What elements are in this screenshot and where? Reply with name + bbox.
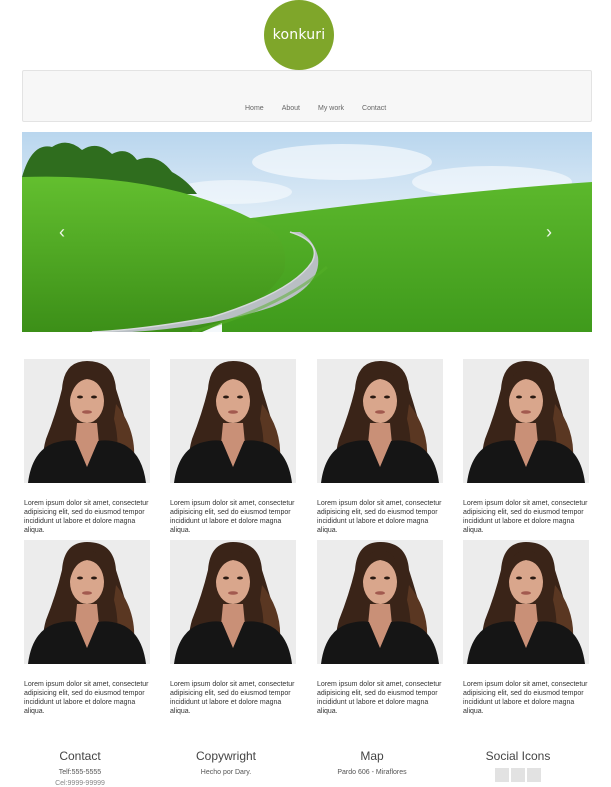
footer-social: Social Icons [453, 748, 583, 782]
chevron-left-icon: ‹ [59, 222, 65, 242]
nav-item-contact[interactable]: Contact [362, 105, 386, 113]
site-logo[interactable]: konkuri [264, 0, 334, 70]
footer-contact-heading: Contact [59, 749, 101, 763]
card-description: Lorem ipsum dolor sit amet, consectetur … [24, 500, 149, 534]
card-description: Lorem ipsum dolor sit amet, consectetur … [463, 500, 588, 534]
portrait-image[interactable] [317, 540, 443, 664]
gallery-card: Lorem ipsum dolor sit amet, consectetur … [317, 540, 444, 716]
card-description: Lorem ipsum dolor sit amet, consectetur … [317, 681, 442, 715]
nav-item-about[interactable]: About [282, 105, 300, 113]
card-description: Lorem ipsum dolor sit amet, consectetur … [463, 681, 588, 715]
hero-carousel: ‹ › [22, 132, 592, 332]
gallery-card: Lorem ipsum dolor sit amet, consectetur … [24, 540, 151, 716]
gallery-card: Lorem ipsum dolor sit amet, consectetur … [317, 359, 444, 535]
portrait-image[interactable] [170, 540, 296, 664]
footer-phone: Telf:555-5555 [58, 769, 102, 776]
footer-copyright-heading: Copywright [195, 749, 257, 763]
gallery-card: Lorem ipsum dolor sit amet, consectetur … [463, 359, 590, 535]
gallery-card: Lorem ipsum dolor sit amet, consectetur … [170, 359, 297, 535]
card-description: Lorem ipsum dolor sit amet, consectetur … [170, 681, 295, 715]
nav-item-my-work[interactable]: My work [318, 105, 344, 113]
card-description: Lorem ipsum dolor sit amet, consectetur … [317, 500, 442, 534]
footer-map: Map Pardo 606 - Miraflores [307, 748, 437, 777]
footer-map-heading: Map [360, 749, 384, 763]
navbar: Home About My work Contact [22, 70, 592, 122]
gallery-card: Lorem ipsum dolor sit amet, consectetur … [170, 540, 297, 716]
footer-copyright: Copywright Hecho por Dary. [161, 748, 291, 777]
social-icon[interactable] [495, 768, 509, 782]
footer-cell: Cel:9999-99999 [55, 780, 105, 787]
portrait-image[interactable] [24, 359, 150, 483]
footer-social-heading: Social Icons [485, 749, 551, 763]
gallery-card: Lorem ipsum dolor sit amet, consectetur … [24, 359, 151, 535]
nav-menu: Home About My work Contact [245, 105, 404, 113]
chevron-right-icon: › [546, 222, 552, 242]
logo-text: konkuri [272, 27, 326, 43]
footer-contact: Contact Telf:555-5555 Cel:9999-99999 [15, 748, 145, 787]
carousel-prev-button[interactable]: ‹ [54, 222, 70, 242]
social-icons-row [453, 768, 583, 782]
card-description: Lorem ipsum dolor sit amet, consectetur … [24, 681, 149, 715]
portrait-image[interactable] [170, 359, 296, 483]
social-icon[interactable] [511, 768, 525, 782]
card-description: Lorem ipsum dolor sit amet, consectetur … [170, 500, 295, 534]
portrait-image[interactable] [463, 359, 589, 483]
footer-author: Hecho por Dary. [200, 769, 252, 776]
social-icon[interactable] [527, 768, 541, 782]
carousel-next-button[interactable]: › [541, 222, 557, 242]
portrait-image[interactable] [463, 540, 589, 664]
portrait-image[interactable] [24, 540, 150, 664]
gallery-card: Lorem ipsum dolor sit amet, consectetur … [463, 540, 590, 716]
portrait-image[interactable] [317, 359, 443, 483]
footer-address: Pardo 606 - Miraflores [337, 769, 407, 776]
hero-landscape-image [22, 132, 592, 332]
page: konkuri Home About My work Contact ‹ › L… [0, 0, 611, 787]
nav-item-home[interactable]: Home [245, 105, 264, 113]
